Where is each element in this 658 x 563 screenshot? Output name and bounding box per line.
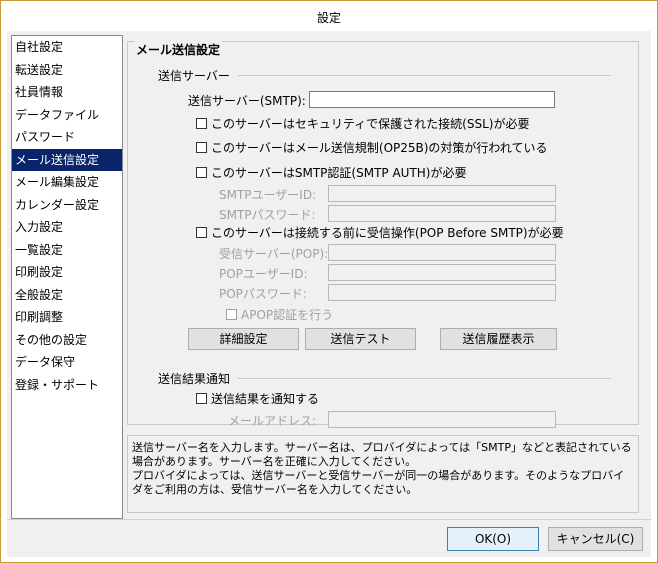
ssl-checkbox[interactable]: このサーバーはセキュリティで保護された接続(SSL)が必要 [196, 115, 529, 132]
dialog-button-bar: OK(O) キャンセル(C) [7, 519, 651, 557]
sidebar-item-15[interactable]: 登録・サポート [12, 374, 122, 397]
group-title: メール送信設定 [134, 41, 223, 58]
sidebar-item-8[interactable]: 入力設定 [12, 216, 122, 239]
op25b-checkbox-label: このサーバーはメール送信規制(OP25B)の対策が行われている [211, 141, 548, 155]
notify-section-title: 送信結果通知 [158, 370, 235, 387]
smtp-user-label: SMTPユーザーID: [219, 188, 317, 202]
op25b-checkbox[interactable]: このサーバーはメール送信規制(OP25B)の対策が行われている [196, 139, 547, 156]
sidebar-item-12[interactable]: 印刷調整 [12, 306, 122, 329]
mail-send-settings-panel: メール送信設定 送信サーバー 送信サーバー(SMTP): このサーバーはセキュリ… [127, 41, 647, 517]
sidebar-item-1[interactable]: 転送設定 [12, 59, 122, 82]
pop-before-smtp-checkbox[interactable]: このサーバーは接続する前に受信操作(POP Before SMTP)が必要 [196, 224, 564, 241]
sidebar-item-4[interactable]: パスワード [12, 126, 122, 149]
smtp-server-label: 送信サーバー(SMTP): [188, 94, 306, 108]
sidebar-item-9[interactable]: 一覧設定 [12, 239, 122, 262]
help-box: 送信サーバー名を入力します。サーバー名は、プロバイダによっては「SMTP」などと… [127, 435, 639, 513]
send-test-button[interactable]: 送信テスト [305, 328, 416, 350]
sidebar-item-6[interactable]: メール編集設定 [12, 171, 122, 194]
ssl-checkbox-label: このサーバーはセキュリティで保護された接続(SSL)が必要 [211, 117, 530, 131]
smtp-section-divider [238, 75, 611, 76]
sidebar-item-14[interactable]: データ保守 [12, 351, 122, 374]
pop-password-input[interactable] [328, 284, 556, 301]
notify-result-checkbox[interactable]: 送信結果を通知する [196, 390, 319, 407]
sidebar-item-7[interactable]: カレンダー設定 [12, 194, 122, 217]
pop-server-label: 受信サーバー(POP): [219, 247, 329, 261]
window-title: 設定 [1, 1, 657, 31]
pop-user-input[interactable] [328, 264, 556, 281]
sidebar-item-0[interactable]: 自社設定 [12, 36, 122, 59]
dialog-client: 自社設定 転送設定 社員情報 データファイル パスワード メール送信設定 メール編集設定 カレ… [7, 31, 651, 557]
detail-settings-button[interactable]: 詳細設定 [188, 328, 299, 350]
sidebar-item-5[interactable]: メール送信設定 [12, 148, 122, 171]
sidebar-item-11[interactable]: 全般設定 [12, 284, 122, 307]
pop-before-smtp-checkbox-label: このサーバーは接続する前に受信操作(POP Before SMTP)が必要 [211, 226, 564, 240]
smtp-auth-checkbox[interactable]: このサーバーはSMTP認証(SMTP AUTH)が必要 [196, 164, 466, 181]
pop-before-smtp-checkbox-box[interactable] [196, 227, 207, 238]
apop-checkbox-label: APOP認証を行う [241, 308, 334, 322]
smtp-auth-checkbox-label: このサーバーはSMTP認証(SMTP AUTH)が必要 [211, 166, 467, 180]
pop-server-input[interactable] [328, 244, 556, 261]
notify-mail-label: メールアドレス: [228, 414, 317, 428]
pop-password-label: POPパスワード: [219, 287, 307, 301]
sidebar-item-2[interactable]: 社員情報 [12, 81, 122, 104]
apop-checkbox-box[interactable] [226, 309, 237, 320]
help-text: 送信サーバー名を入力します。サーバー名は、プロバイダによっては「SMTP」などと… [132, 441, 632, 496]
notify-result-checkbox-box[interactable] [196, 393, 207, 404]
op25b-checkbox-box[interactable] [196, 142, 207, 153]
smtp-password-label: SMTPパスワード: [219, 208, 316, 222]
smtp-password-input[interactable] [328, 205, 556, 222]
notify-section-divider [238, 378, 611, 379]
mail-send-settings-group: メール送信設定 送信サーバー 送信サーバー(SMTP): このサーバーはセキュリ… [127, 41, 639, 428]
pop-user-label: POPユーザーID: [219, 267, 308, 281]
notify-mail-input[interactable] [328, 411, 556, 428]
send-history-button[interactable]: 送信履歴表示 [440, 328, 557, 350]
sidebar-item-3[interactable]: データファイル [12, 104, 122, 127]
notify-result-checkbox-label: 送信結果を通知する [211, 392, 320, 406]
ok-button[interactable]: OK(O) [447, 527, 539, 551]
settings-dialog: 設定 自社設定 転送設定 社員情報 データファイル パスワード メール送信設定 メール編集設… [0, 0, 658, 563]
cancel-button[interactable]: キャンセル(C) [548, 527, 643, 551]
apop-checkbox[interactable]: APOP認証を行う [226, 306, 333, 323]
smtp-user-input[interactable] [328, 185, 556, 202]
sidebar-item-10[interactable]: 印刷設定 [12, 261, 122, 284]
sidebar-item-13[interactable]: その他の設定 [12, 329, 122, 352]
smtp-section-title: 送信サーバー [158, 67, 234, 84]
settings-category-list[interactable]: 自社設定 転送設定 社員情報 データファイル パスワード メール送信設定 メール編集設定 カレ… [11, 35, 123, 519]
ssl-checkbox-box[interactable] [196, 118, 207, 129]
smtp-auth-checkbox-box[interactable] [196, 167, 207, 178]
smtp-server-input[interactable] [309, 91, 555, 108]
